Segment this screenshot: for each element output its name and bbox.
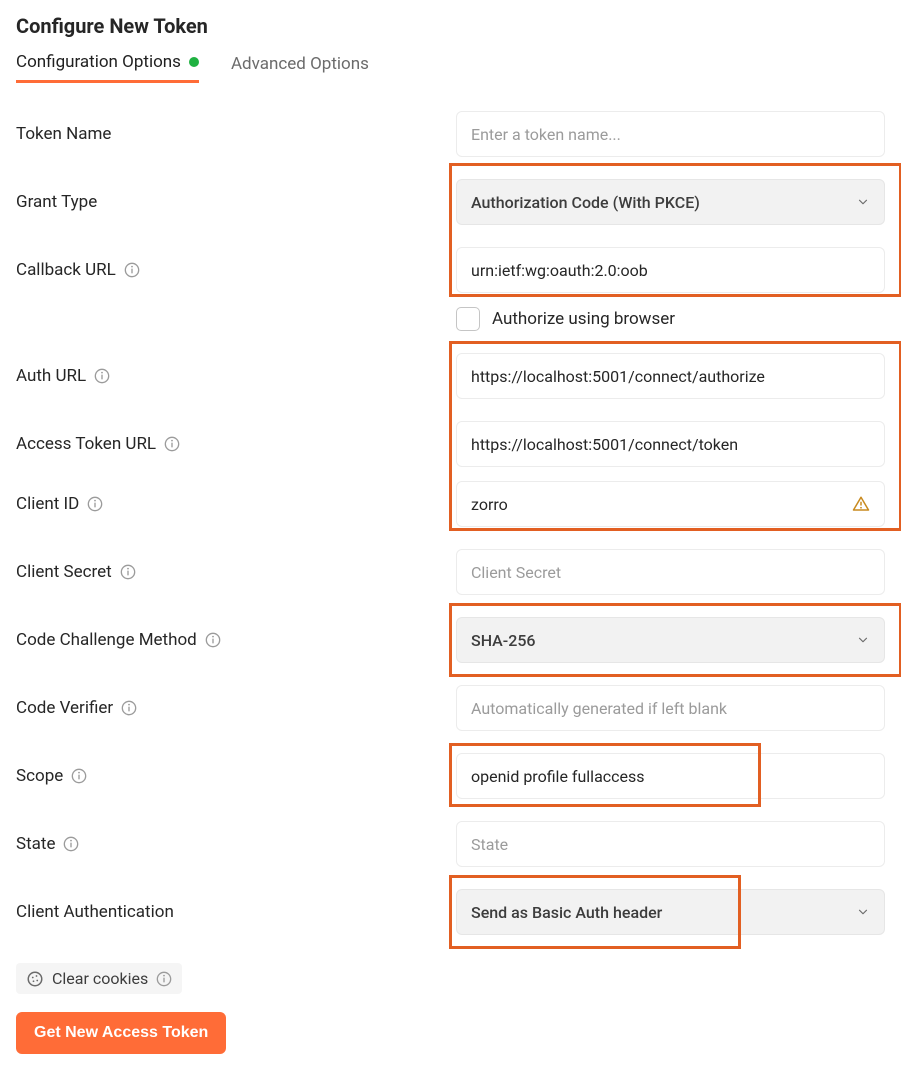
chevron-down-icon [856,905,870,919]
row-grant-type: Grant Type Authorization Code (With PKCE… [16,179,885,225]
label-text: Callback URL [16,260,116,280]
info-icon [156,971,172,987]
access-token-url-input[interactable]: https://localhost:5001/connect/token [456,421,885,467]
label-text: Access Token URL [16,434,156,454]
tab-configuration-options[interactable]: Configuration Options [16,52,199,83]
tabs: Configuration Options Advanced Options [16,52,885,83]
select-value: Send as Basic Auth header [471,903,662,922]
info-icon [120,564,136,580]
row-authorize-browser: Authorize using browser [456,307,885,331]
clear-cookies-row: Clear cookies [16,963,182,994]
footer-actions: Clear cookies Get New Access Token [16,963,885,1054]
info-icon [124,262,140,278]
select-value: Authorization Code (With PKCE) [471,193,700,212]
input-placeholder: State [471,835,508,854]
tab-advanced-options[interactable]: Advanced Options [231,52,369,83]
client-authentication-select[interactable]: Send as Basic Auth header [456,889,885,935]
label-text: Code Challenge Method [16,630,197,650]
row-token-name: Token Name Enter a token name... [16,111,885,157]
label-text: Client ID [16,494,79,514]
code-verifier-input[interactable]: Automatically generated if left blank [456,685,885,731]
tab-label: Configuration Options [16,52,181,72]
select-value: SHA-256 [471,631,536,650]
client-secret-input[interactable]: Client Secret [456,549,885,595]
info-icon [87,496,103,512]
callback-url-input[interactable]: urn:ietf:wg:oauth:2.0:oob [456,247,885,293]
row-auth-url: Auth URL https://localhost:5001/connect/… [16,353,885,399]
input-value: zorro [471,495,508,514]
auth-url-input[interactable]: https://localhost:5001/connect/authorize [456,353,885,399]
info-icon [164,436,180,452]
chevron-down-icon [856,195,870,209]
scope-input[interactable]: openid profile fullaccess [456,753,885,799]
label-text: Scope [16,766,63,786]
row-client-secret: Client Secret Client Secret [16,549,885,595]
token-name-input[interactable]: Enter a token name... [456,111,885,157]
row-code-verifier: Code Verifier Automatically generated if… [16,685,885,731]
label-access-token-url: Access Token URL [16,434,456,454]
input-value: https://localhost:5001/connect/authorize [471,367,765,386]
info-icon [121,700,137,716]
label-text: Token Name [16,124,111,144]
label-text: Auth URL [16,366,86,386]
info-icon [63,836,79,852]
get-new-access-token-button[interactable]: Get New Access Token [16,1012,226,1054]
label-text: State [16,834,55,854]
chevron-down-icon [856,633,870,647]
label-client-authentication: Client Authentication [16,902,456,922]
status-dot-icon [189,57,199,67]
state-input[interactable]: State [456,821,885,867]
authorize-browser-checkbox[interactable] [456,307,480,331]
client-id-input[interactable]: zorro [456,481,885,527]
row-code-challenge-method: Code Challenge Method SHA-256 [16,617,885,663]
code-challenge-method-select[interactable]: SHA-256 [456,617,885,663]
row-scope: Scope openid profile fullaccess [16,753,885,799]
label-token-name: Token Name [16,124,456,144]
cookie-icon [26,970,44,988]
info-icon [205,632,221,648]
label-auth-url: Auth URL [16,366,456,386]
checkbox-label: Authorize using browser [492,309,675,329]
row-access-token-url: Access Token URL https://localhost:5001/… [16,421,885,467]
label-text: Code Verifier [16,698,113,718]
row-state: State State [16,821,885,867]
info-icon [71,768,87,784]
label-state: State [16,834,456,854]
input-value: openid profile fullaccess [471,767,645,786]
warning-icon [852,495,870,513]
row-client-id: Client ID zorro [16,481,885,527]
input-placeholder: Client Secret [471,563,561,582]
input-placeholder: Enter a token name... [471,125,621,144]
button-label: Clear cookies [52,969,148,988]
label-code-verifier: Code Verifier [16,698,456,718]
row-callback-url: Callback URL urn:ietf:wg:oauth:2.0:oob [16,247,885,293]
input-value: https://localhost:5001/connect/token [471,435,738,454]
label-callback-url: Callback URL [16,260,456,280]
grant-type-select[interactable]: Authorization Code (With PKCE) [456,179,885,225]
clear-cookies-button[interactable]: Clear cookies [26,969,148,988]
tab-label: Advanced Options [231,54,369,74]
button-label: Get New Access Token [34,1024,208,1041]
label-text: Client Secret [16,562,112,582]
row-client-authentication: Client Authentication Send as Basic Auth… [16,889,885,935]
page-title: Configure New Token [16,14,885,38]
label-client-id: Client ID [16,494,456,514]
label-text: Client Authentication [16,902,174,922]
label-grant-type: Grant Type [16,192,456,212]
input-value: urn:ietf:wg:oauth:2.0:oob [471,261,648,280]
label-client-secret: Client Secret [16,562,456,582]
input-placeholder: Automatically generated if left blank [471,699,727,718]
info-icon [94,368,110,384]
label-scope: Scope [16,766,456,786]
label-code-challenge-method: Code Challenge Method [16,630,456,650]
label-text: Grant Type [16,192,97,212]
